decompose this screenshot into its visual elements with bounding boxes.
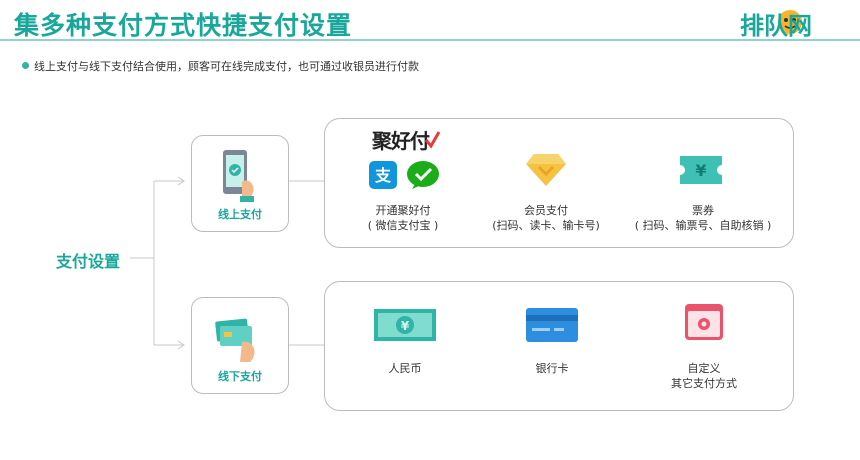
juhaofu-brand: 聚好付 [372, 129, 430, 153]
wechat-pay-icon [406, 160, 440, 190]
payment-settings-label: 支付设置 [56, 252, 121, 271]
card-hand-icon [214, 314, 262, 364]
option-cash-line1: 人民币 [388, 362, 422, 375]
option-member-line1: 会员支付 [524, 204, 568, 217]
diamond-member-icon [526, 152, 566, 188]
offline-options-panel [324, 281, 794, 411]
option-juhaofu-line1: 开通聚好付 [375, 204, 431, 217]
online-payment-label: 线上支付 [218, 208, 262, 221]
alipay-icon: 支 [369, 161, 397, 189]
option-ticket-line2: ( 扫码、输票号、自助核销 ) [634, 219, 772, 232]
option-juhaofu-line2: ( 微信支付宝 ) [367, 219, 439, 232]
page-title: 集多种支付方式快捷支付设置 [14, 11, 353, 40]
bank-card-icon [526, 308, 578, 342]
offline-payment-box[interactable]: 线下支付 [191, 297, 289, 394]
option-custom-line1: 自定义 [687, 362, 721, 375]
ticket-icon: ¥ [680, 152, 722, 188]
option-custom-line2: 其它支付方式 [671, 377, 737, 390]
option-ticket: 票券 ( 扫码、输票号、自助核销 ) [625, 203, 781, 233]
cash-icon: ¥ [374, 309, 436, 341]
custom-settings-icon [685, 304, 723, 340]
option-member-pay: 会员支付 (扫码、读卡、输卡号) [486, 203, 606, 233]
offline-payment-label: 线下支付 [218, 370, 262, 383]
option-bank-card: 银行卡 [512, 361, 592, 376]
option-juhaofu: 开通聚好付 ( 微信支付宝 ) [345, 203, 461, 233]
header-divider [0, 39, 860, 41]
checkmark-icon [424, 131, 440, 149]
bullet-dot [22, 62, 29, 69]
option-cash: 人民币 [365, 361, 445, 376]
brand-logo: 排队网 [738, 4, 838, 40]
option-bank-card-line1: 银行卡 [535, 362, 569, 375]
brand-text: 排队网 [740, 12, 812, 40]
online-payment-box[interactable]: 线上支付 [191, 135, 289, 232]
option-ticket-line1: 票券 [692, 204, 714, 217]
svg-text:¥: ¥ [401, 319, 410, 333]
option-member-line2: (扫码、读卡、输卡号) [492, 219, 600, 232]
svg-text:¥: ¥ [695, 161, 706, 180]
phone-payment-icon [220, 148, 260, 204]
bullet-text: 线上支付与线下支付结合使用，顾客可在线完成支付，也可通过收银员进行付款 [34, 60, 419, 73]
svg-text:支: 支 [374, 166, 392, 185]
option-custom: 自定义 其它支付方式 [654, 361, 754, 391]
